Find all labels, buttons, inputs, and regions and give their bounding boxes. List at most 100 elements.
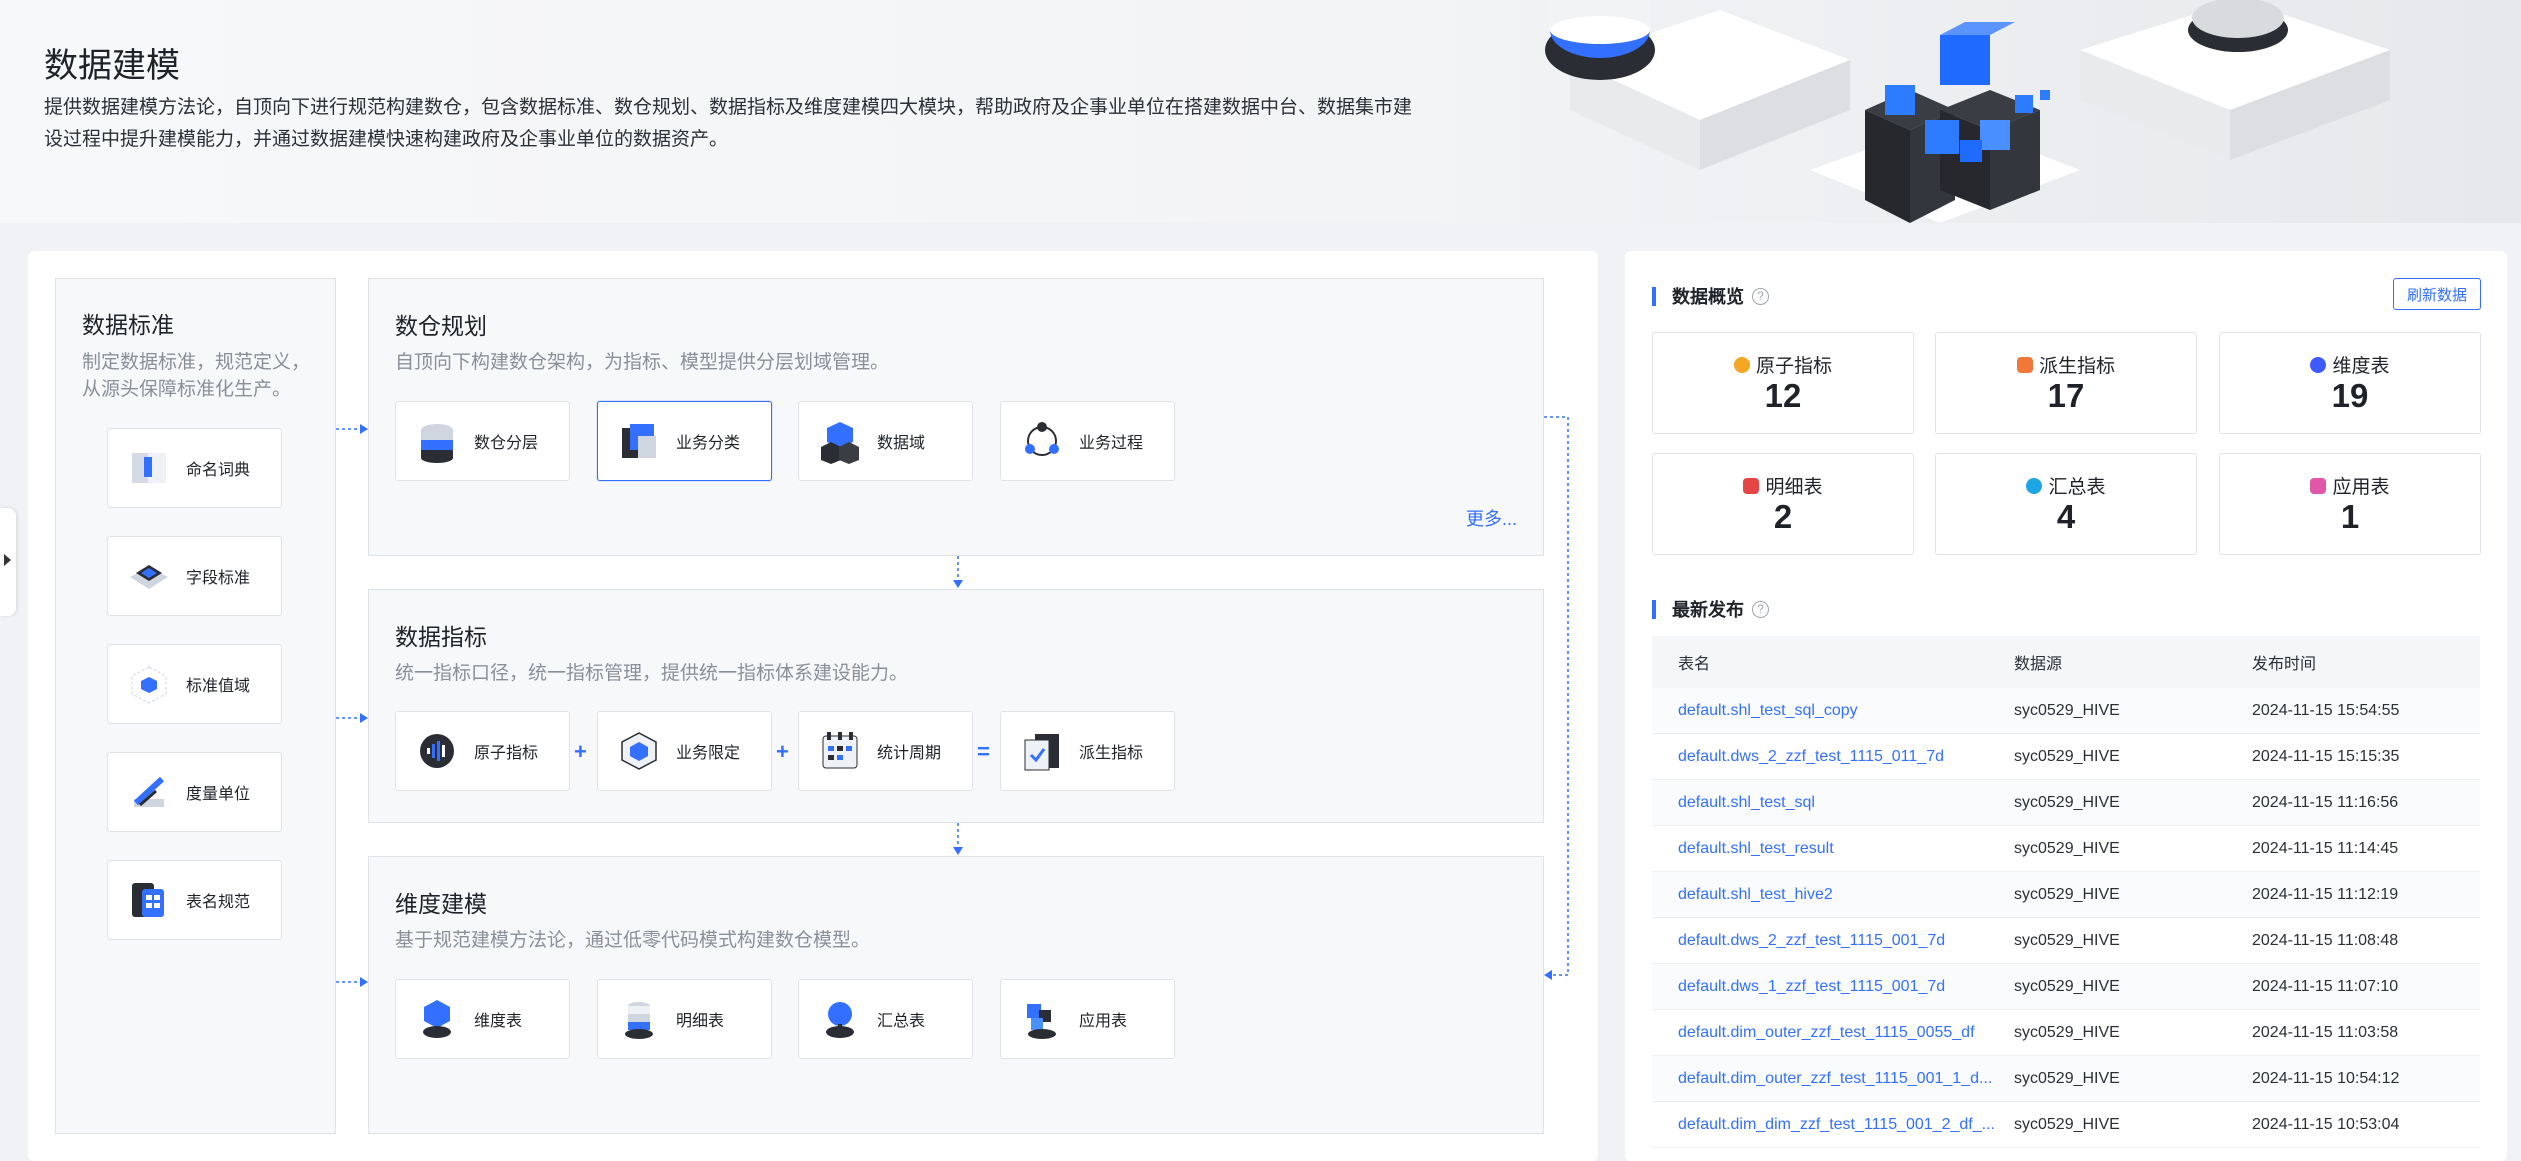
tile-app-table[interactable]: 应用表 (1000, 979, 1175, 1059)
stat-card-summary-table[interactable]: 汇总表 4 (1935, 453, 2197, 555)
datasource-cell: syc0529_HIVE (2014, 1069, 2120, 1087)
page-banner: 数据建模 提供数据建模方法论，自顶向下进行规范构建数仓，包含数据标准、数仓规划、… (0, 0, 2521, 223)
latest-published-table: 表名 数据源 发布时间 default.shl_test_sql_copy syc… (1652, 636, 2480, 1148)
tile-detail-table[interactable]: 明细表 (597, 979, 772, 1059)
table-name-link[interactable]: default.dim_outer_zzf_test_1115_0055_df (1652, 1024, 2014, 1042)
tile-measure-unit[interactable]: 度量单位 (107, 752, 282, 832)
tile-business-limit[interactable]: 业务限定 (597, 711, 772, 791)
atomic-metric-icon (414, 728, 460, 774)
tile-field-standard[interactable]: 字段标准 (107, 536, 282, 616)
publish-time-cell: 2024-11-15 10:53:04 (2252, 1115, 2400, 1133)
tile-value-domain[interactable]: 标准值域 (107, 644, 282, 724)
tile-dictionary[interactable]: 命名词典 (107, 428, 282, 508)
business-limit-icon (616, 728, 662, 774)
stat-card-app-table[interactable]: 应用表 1 (2219, 453, 2481, 555)
publish-time-cell: 2024-11-15 11:12:19 (2252, 885, 2399, 903)
tile-label: 统计周期 (877, 745, 942, 762)
table-naming-icon (126, 877, 172, 923)
tile-label: 数仓分层 (474, 435, 539, 452)
tile-stat-period[interactable]: 统计周期 (798, 711, 973, 791)
table-name-link[interactable]: default.shl_test_sql_copy (1652, 702, 2014, 720)
tile-dimension-table[interactable]: 维度表 (395, 979, 570, 1059)
tile-label: 维度表 (474, 1013, 523, 1030)
table-name-link[interactable]: default.dws_2_zzf_test_1115_001_7d (1652, 932, 2014, 950)
publish-time-cell: 2024-11-15 15:15:35 (2252, 747, 2400, 765)
table-row: default.dws_1_zzf_test_1115_001_7d syc052… (1652, 964, 2480, 1010)
stat-value: 19 (2331, 377, 2369, 414)
datasource-cell: syc0529_HIVE (2014, 1115, 2120, 1133)
table-name-link[interactable]: default.shl_test_sql (1652, 794, 2014, 812)
table-name-link[interactable]: default.dim_outer_zzf_test_1115_001_1_d.… (1652, 1070, 2014, 1088)
tile-summary-table[interactable]: 汇总表 (798, 979, 973, 1059)
stat-card-derived-metric[interactable]: 派生指标 17 (1935, 332, 2197, 434)
stat-value: 1 (2340, 498, 2360, 535)
stat-card-atomic-metric[interactable]: 原子指标 12 (1652, 332, 1914, 434)
latest-title: 最新发布 (1672, 600, 1744, 620)
caret-right-icon (4, 554, 11, 566)
table-header: 表名 数据源 发布时间 (1652, 636, 2480, 688)
summary-table-icon (817, 996, 863, 1042)
tile-label: 度量单位 (186, 786, 251, 803)
overview-title: 数据概览 (1672, 287, 1744, 307)
table-row: default.dws_2_zzf_test_1115_011_7d syc052… (1652, 734, 2480, 780)
data-standards-title: 数据标准 (82, 312, 174, 338)
datasource-cell: syc0529_HIVE (2014, 1023, 2120, 1041)
table-name-link[interactable]: default.shl_test_result (1652, 840, 2014, 858)
tile-business-process[interactable]: 业务过程 (1000, 401, 1175, 481)
table-row: default.dim_outer_zzf_test_1115_001_1_d.… (1652, 1056, 2480, 1102)
table-row: default.shl_test_sql_copy syc0529_HIVE 202… (1652, 688, 2480, 734)
table-name-link[interactable]: default.dws_2_zzf_test_1115_011_7d (1652, 748, 2014, 766)
table-row: default.dim_dim_zzf_test_1115_001_2_df_.… (1652, 1102, 2480, 1148)
table-body: default.shl_test_sql_copy syc0529_HIVE 202… (1652, 688, 2480, 1148)
tile-atomic-metric[interactable]: 原子指标 (395, 711, 570, 791)
refresh-data-button[interactable]: 刷新数据 (2393, 278, 2481, 310)
stat-label: 派生指标 (2038, 356, 2115, 377)
data-standards-description: 制定数据标准，规范定义，从源头保障标准化生产。 (82, 352, 311, 400)
more-link[interactable]: 更多... (1466, 505, 1517, 531)
help-icon[interactable]: ? (1752, 600, 1769, 618)
datasource-cell: syc0529_HIVE (2014, 701, 2120, 719)
warehouse-title: 数仓规划 (395, 313, 487, 339)
detail-table-icon (1743, 477, 1760, 494)
stat-label: 明细表 (1765, 477, 1823, 498)
table-name-link[interactable]: default.dim_dim_zzf_test_1115_001_2_df_.… (1652, 1116, 2014, 1134)
datasource-cell: syc0529_HIVE (2014, 793, 2120, 811)
stat-label: 原子指标 (1755, 356, 1832, 377)
tile-label: 业务分类 (676, 435, 741, 452)
value-domain-icon (126, 661, 172, 707)
table-name-link[interactable]: default.shl_test_hive2 (1652, 886, 2014, 904)
latest-header: 最新发布 ? (1652, 596, 1769, 622)
section-marker (1652, 599, 1656, 619)
publish-time-cell: 2024-11-15 11:08:48 (2252, 931, 2399, 949)
plus-operator: + (574, 739, 587, 764)
column-header: 数据源 (2014, 656, 2063, 673)
tile-table-naming[interactable]: 表名规范 (107, 860, 282, 940)
plus-operator: + (776, 739, 789, 764)
stat-label: 汇总表 (2048, 477, 2106, 498)
publish-time-cell: 2024-11-15 11:16:56 (2252, 793, 2399, 811)
stat-card-dimension-table[interactable]: 维度表 19 (2219, 332, 2481, 434)
tile-data-domain[interactable]: 数据域 (798, 401, 973, 481)
datasource-cell: syc0529_HIVE (2014, 747, 2120, 765)
stat-value: 12 (1764, 377, 1802, 414)
datasource-cell: syc0529_HIVE (2014, 839, 2120, 857)
tile-warehouse-layers[interactable]: 数仓分层 (395, 401, 570, 481)
calendar-icon (817, 728, 863, 774)
stat-card-detail-table[interactable]: 明细表 2 (1652, 453, 1914, 555)
tile-label: 派生指标 (1079, 745, 1144, 762)
table-row: default.shl_test_sql syc0529_HIVE 2024-11-… (1652, 780, 2480, 826)
dimension-title: 维度建模 (395, 891, 487, 917)
tile-business-category[interactable]: 业务分类 (597, 401, 772, 481)
overview-header: 数据概览 ? (1652, 283, 1769, 309)
tile-label: 原子指标 (474, 745, 539, 762)
dimension-description: 基于规范建模方法论，通过低零代码模式构建数仓模型。 (395, 930, 871, 951)
tile-derived-metric[interactable]: 派生指标 (1000, 711, 1175, 791)
section-marker (1652, 286, 1656, 306)
layers-icon (414, 418, 460, 464)
detail-table-icon (616, 996, 662, 1042)
tile-label: 业务过程 (1079, 435, 1144, 452)
table-name-link[interactable]: default.dws_1_zzf_test_1115_001_7d (1652, 978, 2014, 996)
business-category-icon (616, 418, 662, 464)
sidebar-expand-toggle[interactable] (0, 508, 16, 616)
help-icon[interactable]: ? (1752, 287, 1769, 305)
